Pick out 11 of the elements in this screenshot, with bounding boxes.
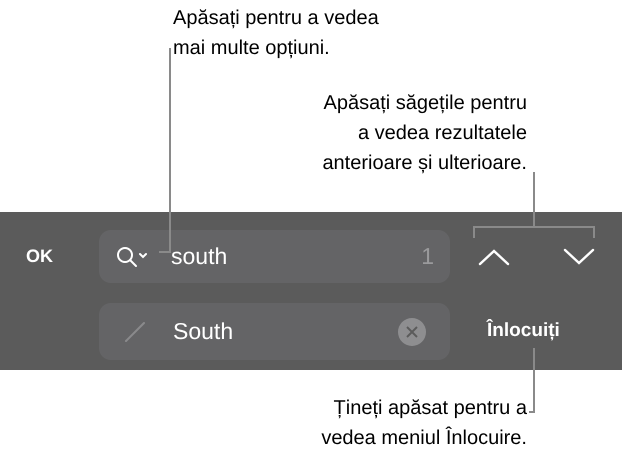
chevron-down-icon <box>563 248 595 266</box>
callout-text: Apăsați pentru a vedea mai multe opțiuni. <box>173 6 379 61</box>
done-button[interactable]: OK <box>18 236 68 276</box>
chevron-up-icon <box>478 248 510 266</box>
leader-line <box>529 348 535 413</box>
replace-button[interactable]: Înlocuiți <box>487 317 560 346</box>
callout-text: Apăsați săgețile pentru a vedea rezultatele anterioare și ulterioare. <box>322 91 527 176</box>
replace-field[interactable]: South <box>99 303 450 360</box>
search-text: south <box>171 242 228 272</box>
replace-text: South <box>173 317 234 346</box>
callout-text: Țineți apăsat pentru a vedea meniul Înlocuire. <box>321 396 527 451</box>
